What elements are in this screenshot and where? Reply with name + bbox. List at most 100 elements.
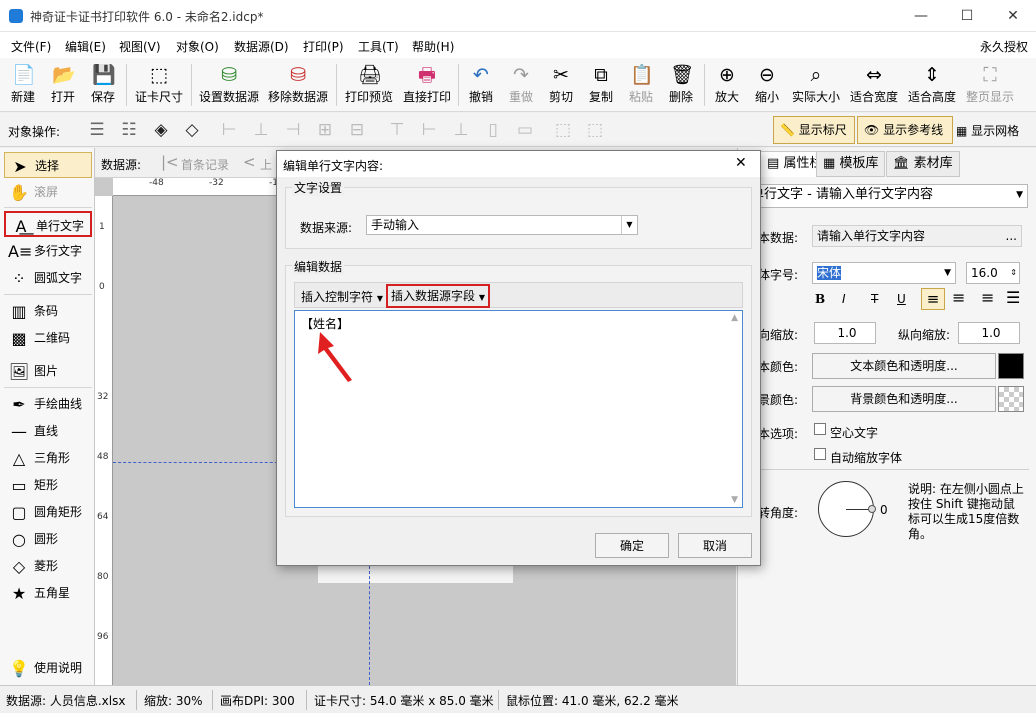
datasource-source-select[interactable]: 手动输入 ▼ bbox=[366, 215, 638, 235]
rotation-handle[interactable] bbox=[868, 505, 876, 513]
send-to-back-icon[interactable]: ◇ bbox=[181, 120, 203, 140]
insert-control-char-button[interactable]: 插入控制字符 ▼ bbox=[301, 288, 383, 305]
text-color-button[interactable]: 文本颜色和透明度... bbox=[812, 353, 996, 379]
cut-button[interactable]: ✂ 剪切 bbox=[543, 62, 579, 110]
actual-size-button[interactable]: ⌕ 实际大小 bbox=[789, 62, 843, 110]
zoom-in-button[interactable]: ⊕ 放大 bbox=[709, 62, 745, 110]
close-window-button[interactable]: ✕ bbox=[990, 0, 1036, 32]
zoom-out-button[interactable]: ⊖ 缩小 bbox=[749, 62, 785, 110]
show-grid-toggle[interactable]: ▦ 显示网格 bbox=[956, 122, 1019, 139]
strikethrough-button[interactable]: T bbox=[871, 292, 878, 306]
menu-edit[interactable]: 编辑(E) bbox=[65, 38, 106, 55]
bg-color-button[interactable]: 背景颜色和透明度... bbox=[812, 386, 996, 412]
align-left-icon[interactable]: ⊢ bbox=[218, 120, 240, 140]
remove-datasource-button[interactable]: ⛁ 移除数据源 bbox=[265, 62, 331, 110]
cancel-button[interactable]: 取消 bbox=[678, 533, 752, 558]
same-width-icon[interactable]: ▯ bbox=[482, 120, 504, 140]
align-right-icon[interactable]: ⊣ bbox=[282, 120, 304, 140]
align-center-icon[interactable]: ⊥ bbox=[250, 120, 272, 140]
tool-select[interactable]: ➤ 选择 bbox=[4, 152, 92, 178]
show-ruler-toggle[interactable]: 📏 显示标尺 bbox=[773, 116, 855, 144]
set-datasource-button[interactable]: ⛁ 设置数据源 bbox=[196, 62, 262, 110]
italic-button[interactable]: I bbox=[842, 292, 846, 306]
help-button[interactable]: 💡 使用说明 bbox=[4, 655, 92, 681]
align-top-icon[interactable]: ⊤ bbox=[386, 120, 408, 140]
scroll-down-icon[interactable]: ▼ bbox=[731, 495, 738, 505]
tool-image[interactable]: 🖼 图片 bbox=[4, 358, 92, 384]
distribute-v-icon[interactable]: ⊟ bbox=[346, 120, 368, 140]
bg-color-swatch[interactable] bbox=[998, 386, 1024, 412]
text-color-swatch[interactable] bbox=[998, 353, 1024, 379]
same-height-icon[interactable]: ▭ bbox=[514, 120, 536, 140]
ungroup-icon[interactable]: ⬚ bbox=[584, 120, 606, 140]
autoscale-checkbox[interactable] bbox=[814, 448, 826, 460]
font-size-spinner[interactable]: 16.0 ⇕ bbox=[966, 262, 1020, 284]
guide-line-vertical[interactable] bbox=[369, 566, 370, 685]
spinner-icon[interactable]: ⇕ bbox=[1010, 263, 1017, 283]
text-content-editor[interactable]: 【姓名】 ▲ ▼ bbox=[294, 310, 743, 508]
direct-print-button[interactable]: 🖶 直接打印 bbox=[400, 62, 454, 110]
align-right-button[interactable]: ≡ bbox=[981, 288, 994, 307]
dialog-close-button[interactable]: ✕ bbox=[735, 155, 747, 171]
delete-button[interactable]: 🗑 删除 bbox=[663, 62, 699, 110]
paste-button[interactable]: 📋 粘贴 bbox=[623, 62, 659, 110]
tool-freehand[interactable]: ✒ 手绘曲线 bbox=[4, 391, 92, 417]
insert-datasource-field-button[interactable]: 插入数据源字段 ▼ bbox=[386, 284, 490, 308]
tool-multi-text[interactable]: A≡ 多行文字 bbox=[4, 238, 92, 264]
tab-materials[interactable]: 🏛 素材库 bbox=[886, 151, 960, 177]
tool-arc-text[interactable]: ⁘ 圆弧文字 bbox=[4, 265, 92, 291]
print-preview-button[interactable]: 🖨 打印预览 bbox=[341, 62, 397, 110]
maximize-button[interactable]: ☐ bbox=[944, 0, 990, 32]
font-family-select[interactable]: 宋体 ▼ bbox=[812, 262, 956, 284]
prev-record-icon[interactable]: < bbox=[243, 153, 256, 171]
align-left-button[interactable]: ≡ bbox=[921, 288, 945, 310]
align-bottom-icon[interactable]: ⊥ bbox=[450, 120, 472, 140]
undo-button[interactable]: ↶ 撤销 bbox=[463, 62, 499, 110]
scroll-up-icon[interactable]: ▲ bbox=[731, 313, 738, 323]
prev-record-button[interactable]: 上 bbox=[260, 156, 272, 173]
group-icon[interactable]: ⬚ bbox=[552, 120, 574, 140]
new-button[interactable]: 📄 新建 bbox=[6, 62, 40, 110]
show-guides-toggle[interactable]: 👁 显示参考线 bbox=[857, 116, 953, 144]
guide-line-horizontal[interactable] bbox=[113, 462, 293, 463]
text-data-field[interactable]: 请输入单行文字内容... bbox=[812, 225, 1022, 247]
tool-qrcode[interactable]: ▩ 二维码 bbox=[4, 325, 92, 351]
more-button[interactable]: ... bbox=[1006, 226, 1017, 246]
save-button[interactable]: 💾 保存 bbox=[86, 62, 120, 110]
bold-button[interactable]: B bbox=[815, 292, 825, 306]
align-center-button[interactable]: ≡ bbox=[952, 288, 965, 307]
redo-button[interactable]: ↷ 重做 bbox=[503, 62, 539, 110]
tool-line[interactable]: — 直线 bbox=[4, 418, 92, 444]
fit-height-button[interactable]: ⇕ 适合高度 bbox=[905, 62, 959, 110]
open-button[interactable]: 📂 打开 bbox=[46, 62, 80, 110]
tool-diamond[interactable]: ◇ 菱形 bbox=[4, 553, 92, 579]
tool-star[interactable]: ★ 五角星 bbox=[4, 580, 92, 606]
menu-tools[interactable]: 工具(T) bbox=[358, 38, 399, 55]
vscale-spinner[interactable]: 1.0 bbox=[958, 322, 1020, 344]
tool-rounded-rect[interactable]: ▢ 圆角矩形 bbox=[4, 499, 92, 525]
send-backward-icon[interactable]: ☷ bbox=[118, 120, 140, 140]
menu-file[interactable]: 文件(F) bbox=[11, 38, 51, 55]
object-select-dropdown[interactable]: 单行文字 - 请输入单行文字内容 ▼ bbox=[746, 184, 1028, 208]
distribute-h-icon[interactable]: ⊞ bbox=[314, 120, 336, 140]
align-justify-button[interactable]: ☰ bbox=[1006, 288, 1020, 307]
menu-datasource[interactable]: 数据源(D) bbox=[234, 38, 289, 55]
hscale-spinner[interactable]: 1.0 bbox=[814, 322, 876, 344]
tool-triangle[interactable]: △ 三角形 bbox=[4, 445, 92, 471]
tool-single-text[interactable]: A͟ 单行文字 bbox=[4, 211, 92, 237]
tool-rect[interactable]: ▭ 矩形 bbox=[4, 472, 92, 498]
full-page-button[interactable]: ⛶ 整页显示 bbox=[962, 62, 1018, 110]
menu-view[interactable]: 视图(V) bbox=[119, 38, 161, 55]
copy-button[interactable]: ⧉ 复制 bbox=[583, 62, 619, 110]
menu-object[interactable]: 对象(O) bbox=[176, 38, 219, 55]
tool-barcode[interactable]: ▥ 条码 bbox=[4, 298, 92, 324]
bring-to-front-icon[interactable]: ◈ bbox=[150, 120, 172, 140]
bring-forward-icon[interactable]: ☰ bbox=[86, 120, 108, 140]
underline-button[interactable]: U bbox=[897, 292, 906, 306]
menu-print[interactable]: 打印(P) bbox=[303, 38, 344, 55]
fit-width-button[interactable]: ⇔ 适合宽度 bbox=[847, 62, 901, 110]
hollow-text-checkbox[interactable] bbox=[814, 423, 826, 435]
tool-circle[interactable]: ○ 圆形 bbox=[4, 526, 92, 552]
tool-pan[interactable]: ✋ 滚屏 bbox=[4, 179, 92, 205]
card-size-button[interactable]: ⬚ 证卡尺寸 bbox=[131, 62, 187, 110]
